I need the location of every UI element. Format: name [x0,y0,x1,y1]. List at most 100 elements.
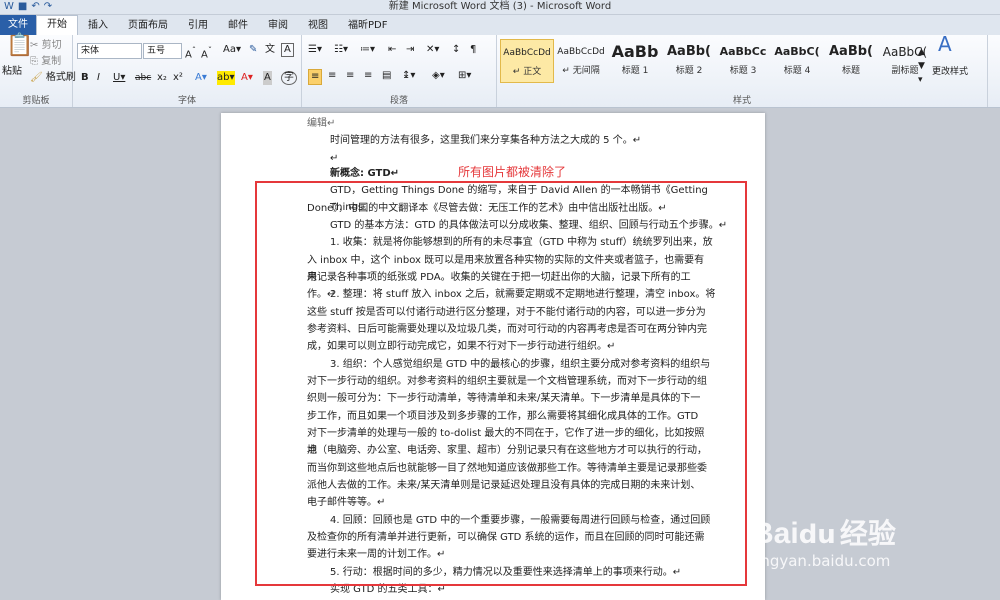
grow-font-icon[interactable]: Aˆ [185,43,196,62]
char-shading-icon[interactable]: A [263,71,272,85]
font-color-icon[interactable]: A▾ [241,71,253,85]
style-sample: AaBbCcDd [503,48,551,58]
show-marks-icon[interactable]: ¶ [470,43,476,57]
clear-format-icon[interactable]: ✎ [249,43,257,57]
tab-mailings[interactable]: 邮件 [218,17,258,35]
copy-label: 复制 [41,56,62,67]
style-sample: AaBb( [667,44,711,59]
style-name: 标题 3 [729,66,757,76]
subscript-icon[interactable]: x₂ [157,71,167,85]
tab-home[interactable]: 开始 [36,15,78,35]
scissors-icon: ✂ [30,40,39,51]
paw-icon: du [798,520,836,550]
watermark-logo: Bai [752,517,799,550]
text-effects-icon[interactable]: A▾ [195,71,207,85]
tab-view[interactable]: 视图 [298,17,338,35]
change-case-icon[interactable]: Aa▾ [223,43,241,57]
font-group: 宋体 五号 Aˆ Aˇ Aa▾ ✎ 文 A B I U▾ abc x₂ x² A… [73,35,302,107]
decrease-indent-icon[interactable]: ⇤ [388,43,396,57]
style-title[interactable]: AaBb( 标题 [824,39,878,83]
paste-button[interactable]: 粘贴 [2,65,22,79]
style-no-spacing[interactable]: AaBbCcDd ↵ 无间隔 [554,39,608,83]
ribbon: 📋 粘贴 ✂ 剪切 ⎘ 复制 🖌 格式刷 剪贴板 宋体 五号 Aˆ Aˇ Aa▾… [0,34,1000,108]
watermark-url: jingyan.baidu.com [752,552,891,570]
align-center-icon[interactable]: ≡ [328,69,336,83]
style-sample: AaBbCcDd [557,47,605,57]
change-styles-button[interactable]: 更改样式 [932,65,968,79]
style-sample: AaBbC( [774,45,820,58]
justify-icon[interactable]: ≡ [364,69,372,83]
style-name: 标题 4 [783,66,811,76]
doc-line: 时间管理的方法有很多，这里我们来分享集各种方法之大成的 5 个。↵ [330,135,642,146]
italic-icon[interactable]: I [97,71,100,85]
font-name-select[interactable]: 宋体 [77,43,142,59]
style-name: ↵ 正文 [512,67,542,77]
style-sample: AaBb [611,42,659,61]
increase-indent-icon[interactable]: ⇥ [406,43,414,57]
sort-icon[interactable]: ↕ [452,43,460,57]
copy-button[interactable]: ⎘ 复制 [30,55,61,69]
tab-foxit-pdf[interactable]: 福昕PDF [338,17,397,35]
clipboard-group: 📋 粘贴 ✂ 剪切 ⎘ 复制 🖌 格式刷 剪贴板 [0,35,76,107]
style-heading-4[interactable]: AaBbC( 标题 4 [770,39,824,83]
ribbon-tabs: 文件 开始 插入 页面布局 引用 邮件 审阅 视图 福昕PDF [0,15,1000,35]
watermark-logo-cn: 经验 [839,517,896,550]
style-sample: AaBbCc [719,45,767,58]
style-sample: AaBb( [829,44,873,59]
style-heading-3[interactable]: AaBbCc 标题 3 [716,39,770,83]
style-heading-2[interactable]: AaBb( 标题 2 [662,39,716,83]
cut-label: 剪切 [41,40,62,51]
title-bar: W ■ ↶ ↷ 新建 Microsoft Word 文档 (3) - Micro… [0,0,1000,15]
editing-group-partial [988,35,1000,107]
borders-icon[interactable]: ⊞▾ [458,69,471,83]
gallery-scroll[interactable]: ▲ ▼ ▾ [918,45,925,87]
tab-page-layout[interactable]: 页面布局 [118,17,178,35]
doc-line: 编辑↵ [307,118,336,129]
baidu-watermark: Baidu 经验 jingyan.baidu.com [752,512,992,594]
numbering-icon[interactable]: ☷▾ [334,43,348,57]
enclose-char-icon[interactable]: 字 [281,71,297,85]
superscript-icon[interactable]: x² [173,71,183,85]
tab-references[interactable]: 引用 [178,17,218,35]
shrink-font-icon[interactable]: Aˇ [201,43,212,62]
style-heading-1[interactable]: AaBb 标题 1 [608,39,662,83]
bullets-icon[interactable]: ☰▾ [308,43,322,57]
clipboard-label: 剪贴板 [22,96,50,106]
line-spacing-icon[interactable]: ↨▾ [402,69,415,83]
brush-icon: 🖌 [30,72,43,83]
font-label: 字体 [177,96,196,106]
style-name: 标题 2 [675,66,703,76]
annotation-box [255,181,747,586]
align-left-icon[interactable]: ≡ [308,69,323,85]
phonetic-icon[interactable]: 文 [265,43,275,57]
char-border-icon[interactable]: A [281,43,294,57]
style-name: ↵ 无间隔 [562,66,600,76]
format-painter-button[interactable]: 🖌 格式刷 [30,71,76,85]
style-normal[interactable]: AaBbCcDd ↵ 正文 [500,39,554,83]
chinese-layout-icon[interactable]: ✕▾ [426,43,439,57]
strikethrough-icon[interactable]: abc [135,71,151,85]
font-size-select[interactable]: 五号 [143,43,182,59]
multilevel-list-icon[interactable]: ≔▾ [360,43,375,57]
align-right-icon[interactable]: ≡ [346,69,354,83]
paragraph-label: 段落 [389,96,408,106]
annotation-text: 所有图片都被清除了 [458,165,567,179]
format-painter-label: 格式刷 [45,72,76,83]
shading-icon[interactable]: ◈▾ [432,69,445,83]
tab-review[interactable]: 审阅 [258,17,298,35]
highlight-icon[interactable]: ab▾ [217,71,235,85]
styles-label: 样式 [732,96,751,106]
change-styles-icon[interactable]: A [938,34,952,54]
cut-button[interactable]: ✂ 剪切 [30,39,62,53]
window-title: 新建 Microsoft Word 文档 (3) - Microsoft Wor… [388,1,612,12]
distribute-icon[interactable]: ▤ [382,69,391,83]
underline-icon[interactable]: U▾ [113,71,125,85]
tab-file[interactable]: 文件 [0,15,36,35]
style-name: 标题 [841,66,860,76]
bold-icon[interactable]: B [81,71,89,85]
styles-gallery: AaBbCcDd ↵ 正文 AaBbCcDd ↵ 无间隔 AaBb 标题 1 A… [500,39,932,83]
tab-insert[interactable]: 插入 [78,17,118,35]
paragraph-group: ☰▾ ☷▾ ≔▾ ⇤ ⇥ ✕▾ ↕ ¶ ≡ ≡ ≡ ≡ ▤ ↨▾ ◈▾ ⊞▾ 段… [302,35,497,107]
style-name: 标题 1 [621,66,649,76]
copy-icon: ⎘ [30,56,38,67]
